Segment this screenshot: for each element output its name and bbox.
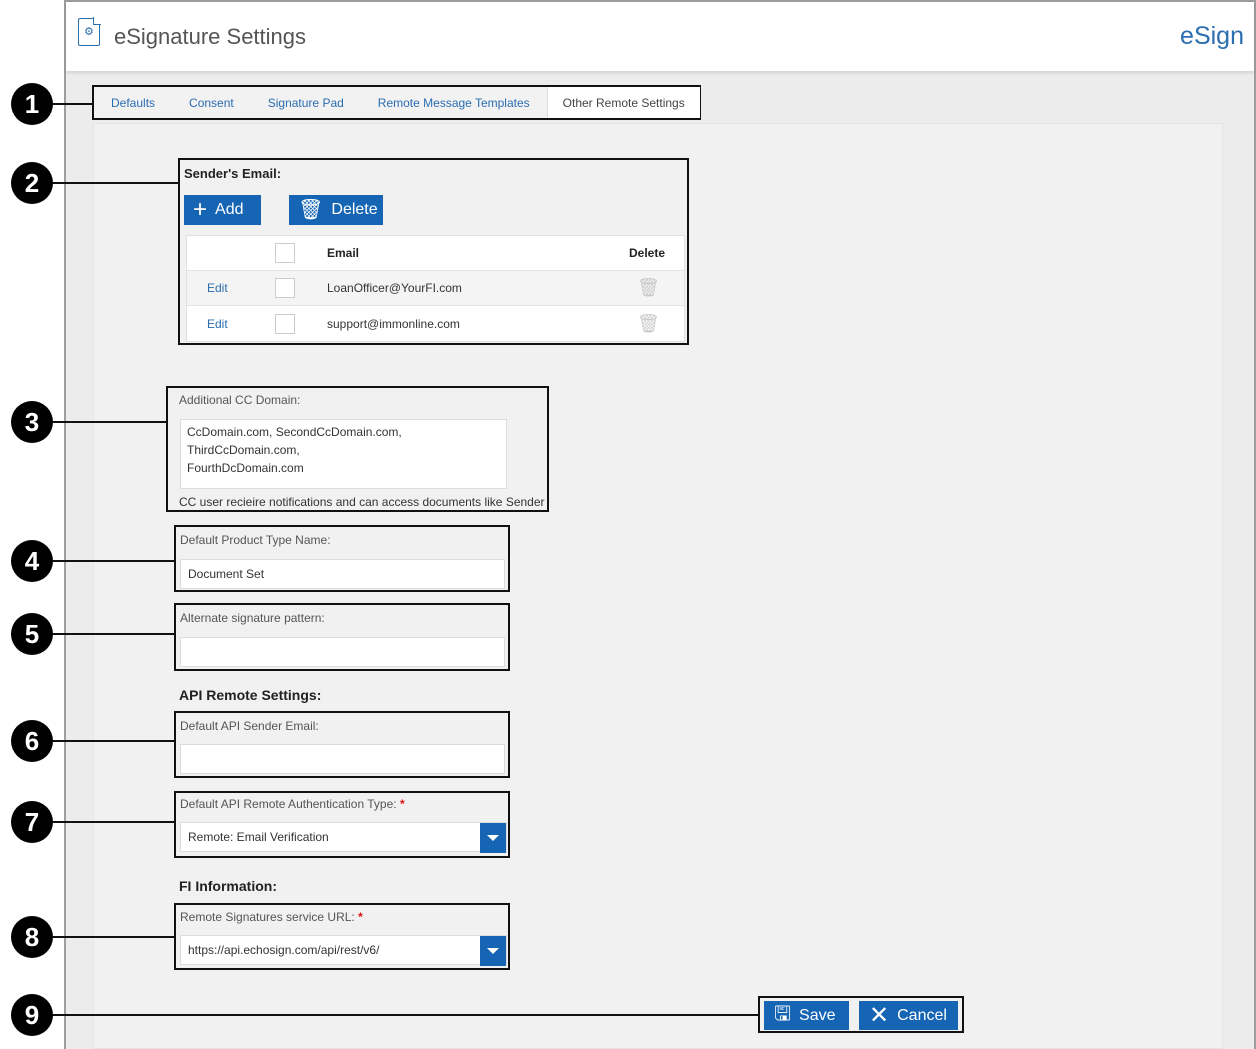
tab-consent[interactable]: Consent (172, 87, 251, 118)
sender-email-table: Email Delete Edit LoanOfficer@YourFI.com… (186, 235, 685, 342)
callout-marker-9: 9 (11, 994, 53, 1036)
cancel-button[interactable]: ✕ Cancel (859, 1001, 958, 1030)
row-checkbox[interactable] (275, 278, 295, 298)
delete-button[interactable]: 🗑 Delete (289, 195, 383, 225)
cc-domain-textarea[interactable]: CcDomain.com, SecondCcDomain.com, ThirdC… (180, 419, 507, 489)
edit-link[interactable]: Edit (207, 317, 228, 331)
cc-domain-line: CcDomain.com, SecondCcDomain.com, (187, 425, 402, 439)
table-header-row: Email Delete (187, 236, 684, 271)
column-header-delete: Delete (629, 246, 666, 260)
sender-email-section: Sender's Email: + Add 🗑 Delete Email Del… (178, 158, 689, 345)
add-button-label: Add (215, 201, 244, 218)
cancel-button-label: Cancel (897, 1006, 947, 1024)
delete-button-label: Delete (331, 201, 378, 218)
email-cell: support@immonline.com (327, 316, 460, 331)
callout-marker-2: 2 (11, 162, 53, 204)
auth-type-label: Default API Remote Authentication Type: … (180, 797, 405, 811)
tab-signature-pad[interactable]: Signature Pad (251, 87, 361, 118)
required-marker: * (399, 797, 405, 811)
service-url-select[interactable]: https://api.echosign.com/api/rest/v6/ (180, 935, 507, 966)
fi-info-heading: FI Information: (179, 878, 277, 894)
auth-type-label-text: Default API Remote Authentication Type: (180, 797, 397, 811)
select-all-checkbox[interactable] (275, 243, 295, 263)
plus-icon: + (193, 196, 208, 223)
settings-tabs: Defaults Consent Signature Pad Remote Me… (92, 85, 701, 120)
api-sender-email-input[interactable] (180, 744, 505, 774)
required-marker: * (358, 910, 363, 924)
product-type-label: Default Product Type Name: (180, 533, 331, 547)
callout-leader (53, 560, 175, 562)
cc-domain-line: FourthDcDomain.com (187, 461, 304, 475)
callout-leader (53, 103, 92, 105)
row-checkbox[interactable] (275, 313, 295, 334)
table-row: Edit support@immonline.com 🗑 (187, 306, 684, 341)
close-icon: ✕ (869, 1002, 890, 1029)
email-cell: LoanOfficer@YourFI.com (327, 281, 462, 295)
alt-signature-input[interactable] (180, 637, 505, 667)
brand-logo: eSign (1180, 22, 1244, 50)
callout-leader (53, 821, 175, 823)
service-url-section: Remote Signatures service URL: * https:/… (174, 903, 510, 970)
callout-marker-5: 5 (11, 613, 53, 655)
service-url-value: https://api.echosign.com/api/rest/v6/ (188, 943, 380, 957)
callout-marker-6: 6 (11, 720, 53, 762)
callout-marker-4: 4 (11, 540, 53, 582)
save-button[interactable]: 🖫 Save (764, 1001, 849, 1030)
chevron-down-icon[interactable] (480, 936, 506, 966)
tab-defaults[interactable]: Defaults (94, 87, 172, 118)
add-button[interactable]: + Add (184, 195, 261, 225)
callout-leader (53, 1014, 758, 1016)
row-delete-icon[interactable]: 🗑 (637, 313, 660, 334)
column-header-email: Email (327, 246, 360, 260)
form-actions: 🖫 Save ✕ Cancel (758, 996, 964, 1033)
trash-icon: 🗑 (298, 199, 324, 221)
callout-leader (53, 740, 175, 742)
cc-domain-line: ThirdCcDomain.com, (187, 443, 300, 457)
callout-leader (53, 421, 167, 423)
save-button-label: Save (799, 1006, 836, 1024)
sender-email-label: Sender's Email: (184, 166, 282, 181)
callout-marker-1: 1 (11, 83, 53, 125)
callout-leader (53, 936, 175, 938)
callout-marker-7: 7 (11, 801, 53, 843)
auth-type-value: Remote: Email Verification (188, 830, 329, 844)
save-icon: 🖫 (774, 1002, 792, 1025)
alt-signature-section: Alternate signature pattern: (174, 603, 510, 671)
settings-document-icon: ⚙ (78, 17, 101, 46)
tab-other-remote-settings[interactable]: Other Remote Settings (546, 87, 700, 118)
service-url-label-text: Remote Signatures service URL: (180, 910, 355, 924)
page-title: eSignature Settings (114, 24, 307, 49)
row-delete-icon[interactable]: 🗑 (637, 278, 660, 299)
callout-marker-3: 3 (11, 401, 53, 443)
cc-domain-section: Additional CC Domain: CcDomain.com, Seco… (166, 386, 549, 512)
api-sender-email-section: Default API Sender Email: (174, 711, 510, 778)
edit-link[interactable]: Edit (207, 281, 228, 295)
cc-domain-hint: CC user recieire notifications and can a… (179, 495, 545, 509)
product-type-section: Default Product Type Name: Document Set (174, 525, 510, 592)
tab-remote-message-templates[interactable]: Remote Message Templates (361, 87, 547, 118)
app-header: ⚙ eSignature Settings eSign (66, 2, 1254, 72)
service-url-label: Remote Signatures service URL: * (180, 910, 363, 924)
api-sender-email-label: Default API Sender Email: (180, 719, 319, 733)
api-remote-heading: API Remote Settings: (179, 687, 322, 703)
auth-type-section: Default API Remote Authentication Type: … (174, 791, 510, 858)
callout-leader (53, 182, 178, 184)
alt-signature-label: Alternate signature pattern: (180, 611, 325, 625)
table-row: Edit LoanOfficer@YourFI.com 🗑 (187, 271, 684, 306)
callout-marker-8: 8 (11, 916, 53, 958)
product-type-input[interactable]: Document Set (180, 559, 505, 589)
cc-domain-label: Additional CC Domain: (179, 393, 301, 407)
callout-leader (53, 633, 175, 635)
chevron-down-icon[interactable] (480, 823, 506, 853)
auth-type-select[interactable]: Remote: Email Verification (180, 822, 507, 853)
